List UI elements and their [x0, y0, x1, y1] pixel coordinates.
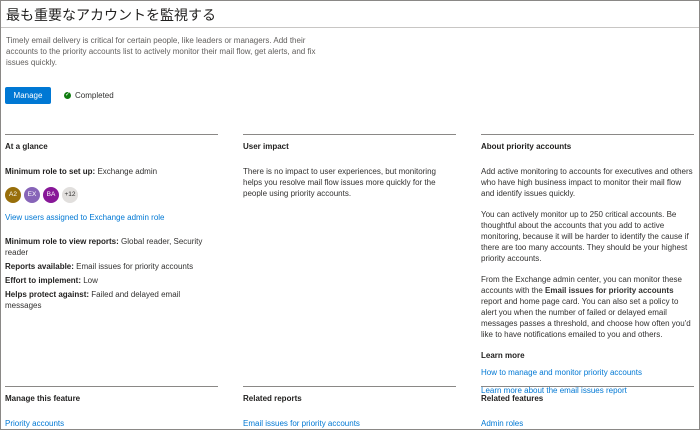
helps-protect: Helps protect against: Failed and delaye… [5, 289, 218, 311]
section-divider [243, 134, 456, 135]
view-users-link[interactable]: View users assigned to Exchange admin ro… [5, 212, 218, 223]
section-divider [481, 386, 694, 387]
related-reports-section: Related reports Email issues for priorit… [243, 386, 456, 429]
min-role-reports: Minimum role to view reports: Global rea… [5, 236, 218, 258]
avatar-overflow-count: +12 [62, 187, 78, 203]
avatar: A2 [5, 187, 21, 203]
status-label: Completed [75, 91, 114, 100]
status-indicator: ✓ Completed [64, 91, 114, 100]
related-features-section: Related features Admin roles [481, 386, 694, 429]
about-paragraph-3: From the Exchange admin center, you can … [481, 274, 694, 340]
page-title: 最も重要なアカウントを監視する [6, 8, 216, 24]
related-features-heading: Related features [481, 394, 544, 403]
section-divider [5, 134, 218, 135]
page-description: Timely email delivery is critical for ce… [6, 36, 316, 67]
section-divider [243, 386, 456, 387]
about-p3-after: report and home page card. You can also … [481, 297, 691, 339]
manage-priority-accounts-link[interactable]: How to manage and monitor priority accou… [481, 367, 694, 378]
section-divider [481, 134, 694, 135]
about-section: About priority accounts Add active monit… [481, 134, 694, 396]
user-impact-heading: User impact [243, 142, 289, 151]
min-role-setup-label: Minimum role to set up: [5, 167, 96, 176]
about-paragraph-1: Add active monitoring to accounts for ex… [481, 167, 693, 198]
manage-button[interactable]: Manage [5, 87, 51, 104]
avatar: EX [24, 187, 40, 203]
user-impact-section: User impact There is no impact to user e… [243, 134, 456, 199]
section-divider [5, 386, 218, 387]
avatar: BA [43, 187, 59, 203]
manage-feature-heading: Manage this feature [5, 394, 81, 403]
at-a-glance-section: At a glance Minimum role to set up: Exch… [5, 134, 218, 314]
manage-feature-section: Manage this feature Priority accounts [5, 386, 218, 429]
about-heading: About priority accounts [481, 142, 572, 151]
at-a-glance-heading: At a glance [5, 142, 48, 151]
learn-more-heading: Learn more [481, 351, 525, 360]
min-role-setup: Minimum role to set up: Exchange admin [5, 166, 218, 177]
admin-roles-link[interactable]: Admin roles [481, 418, 694, 429]
reports-available: Reports available: Email issues for prio… [5, 261, 218, 272]
role-avatars: A2 EX BA +12 [5, 187, 218, 203]
reports-available-value: Email issues for priority accounts [76, 262, 194, 271]
effort-label: Effort to implement: [5, 276, 81, 285]
priority-accounts-link[interactable]: Priority accounts [5, 418, 218, 429]
min-role-setup-value: Exchange admin [97, 167, 158, 176]
user-impact-text: There is no impact to user experiences, … [243, 167, 436, 198]
min-role-reports-label: Minimum role to view reports: [5, 237, 119, 246]
reports-available-label: Reports available: [5, 262, 74, 271]
about-p3-bold: Email issues for priority accounts [545, 286, 674, 295]
related-reports-heading: Related reports [243, 394, 302, 403]
email-issues-link[interactable]: Email issues for priority accounts [243, 418, 456, 429]
effort: Effort to implement: Low [5, 275, 218, 286]
effort-value: Low [83, 276, 98, 285]
helps-protect-label: Helps protect against: [5, 290, 90, 299]
check-circle-icon: ✓ [64, 92, 71, 99]
title-divider [1, 27, 699, 28]
about-paragraph-2: You can actively monitor up to 250 criti… [481, 210, 689, 263]
